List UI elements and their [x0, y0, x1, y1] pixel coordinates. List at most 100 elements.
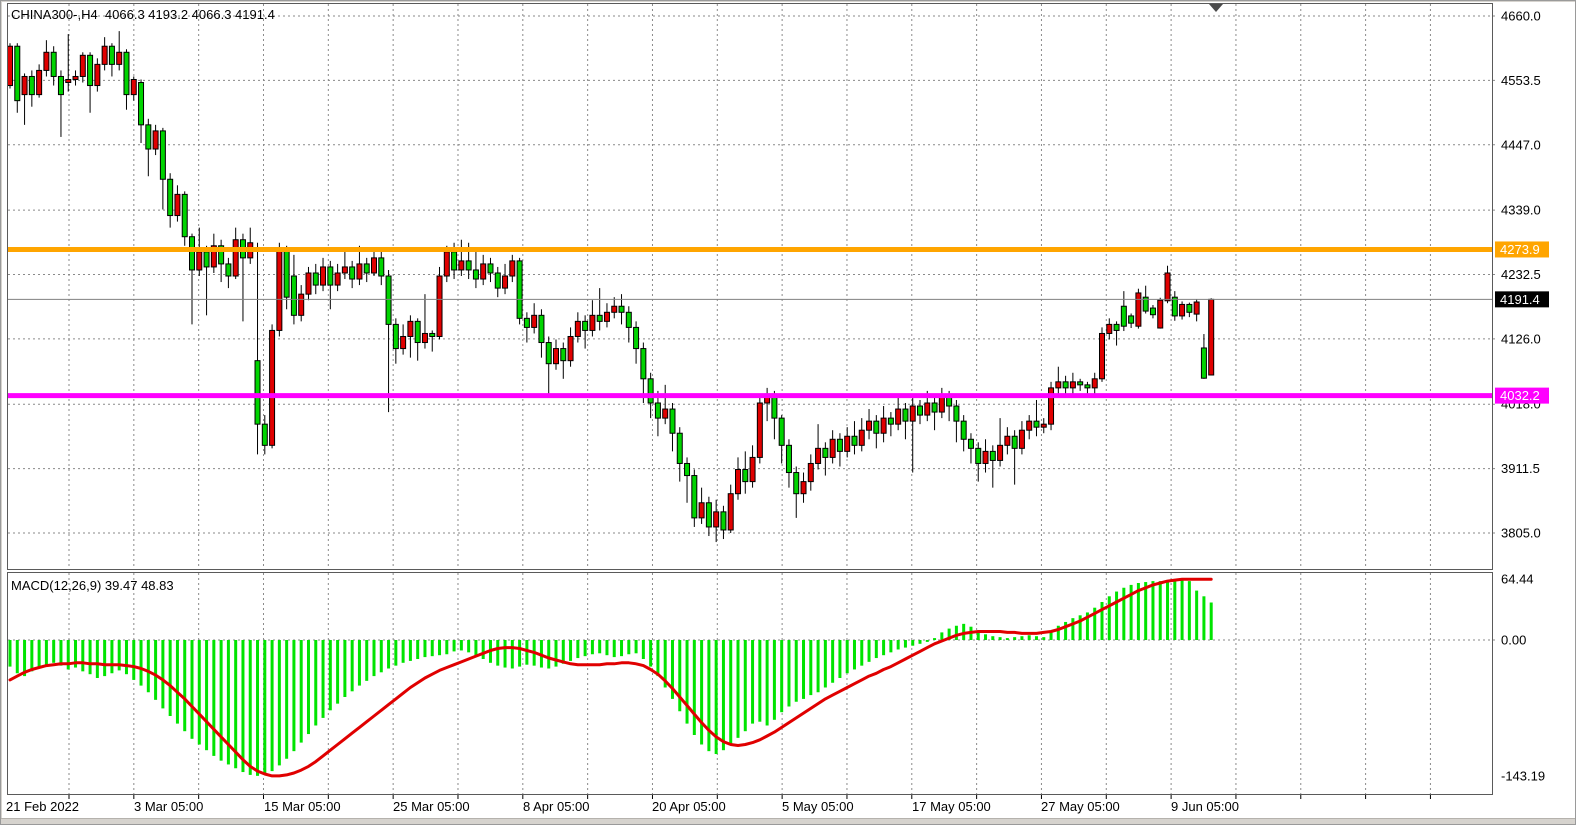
macd-histogram-bar: [343, 640, 347, 697]
candle-body: [749, 456, 756, 483]
candle-body: [531, 314, 538, 328]
candle-body: [400, 335, 407, 350]
candle-body: [997, 444, 1004, 461]
bottom-strip: [1, 819, 1575, 824]
candle-body: [50, 51, 57, 77]
macd-histogram-bar: [59, 640, 63, 666]
macd-histogram-bar: [721, 640, 725, 751]
macd-histogram-bar: [991, 636, 995, 640]
macd-histogram-bar: [692, 640, 696, 735]
candle-body: [108, 45, 115, 65]
time-axis-drag-zone[interactable]: [1, 794, 1492, 818]
candle-body: [152, 130, 159, 150]
macd-histogram-bar: [809, 640, 813, 696]
candle-body: [822, 447, 829, 458]
candle-body: [349, 266, 356, 280]
candle-body: [756, 402, 763, 458]
macd-histogram-bar: [525, 640, 529, 665]
macd-histogram-bar: [474, 640, 478, 656]
macd-histogram-bar: [838, 640, 842, 678]
macd-histogram-bar: [81, 640, 85, 672]
candle-body: [312, 272, 319, 286]
candle-body: [57, 75, 64, 96]
candle-body: [676, 432, 683, 464]
candlestick-chart-canvas[interactable]: 4660.04553.54447.04339.04232.54126.04018…: [1, 1, 1576, 825]
candle-body: [72, 75, 79, 80]
candle-body: [298, 293, 305, 316]
macd-histogram-bar: [357, 640, 361, 686]
candle-body: [713, 511, 720, 528]
candle-body: [603, 311, 610, 322]
candle-body: [1026, 420, 1033, 431]
macd-histogram-bar: [15, 640, 19, 674]
candle-body: [414, 320, 421, 344]
macd-histogram-bar: [219, 640, 223, 761]
macd-histogram-bar: [452, 640, 456, 652]
macd-histogram-bar: [416, 640, 420, 659]
macd-histogram-bar: [256, 640, 260, 776]
candle-body: [735, 469, 741, 495]
candle-body: [924, 402, 931, 416]
macd-histogram-bar: [161, 640, 165, 709]
candle-body: [1018, 429, 1025, 449]
candle-body: [174, 193, 181, 217]
macd-histogram-bar: [496, 640, 500, 666]
candle-body: [28, 75, 35, 96]
macd-histogram-bar: [1187, 581, 1191, 640]
candle-body: [1077, 381, 1084, 386]
candle-body: [618, 305, 625, 313]
macd-histogram-bar: [823, 640, 827, 688]
candle-body: [494, 272, 501, 289]
candle-body: [465, 260, 472, 271]
candle-body: [232, 239, 239, 277]
candle-body: [829, 438, 836, 458]
candle-body: [1179, 303, 1186, 317]
macd-histogram-bar: [874, 640, 878, 659]
candle-body: [1055, 381, 1062, 389]
macd-histogram-bar: [780, 640, 784, 713]
macd-histogram-bar: [729, 640, 733, 745]
macd-histogram-bar: [285, 640, 289, 759]
macd-histogram-bar: [1209, 602, 1213, 640]
macd-histogram-bar: [998, 637, 1002, 640]
candle-body: [225, 263, 232, 277]
candle-body: [1164, 272, 1171, 302]
macd-histogram-bar: [1173, 579, 1177, 640]
candle-body: [451, 251, 458, 271]
macd-histogram-bar: [554, 640, 558, 667]
macd-histogram-bar: [794, 640, 798, 702]
candle-body: [167, 178, 174, 217]
macd-histogram-bar: [37, 640, 41, 669]
macd-histogram-bar: [984, 634, 988, 640]
macd-histogram-bar: [510, 640, 514, 669]
price-axis-drag-zone[interactable]: [1494, 1, 1576, 794]
candle-body: [1091, 378, 1098, 389]
macd-histogram-bar: [350, 640, 354, 692]
macd-histogram-bar: [1122, 587, 1126, 640]
candle-body: [574, 320, 581, 337]
candle-body: [684, 462, 691, 477]
macd-histogram-bar: [743, 640, 747, 732]
macd-histogram-bar: [503, 640, 507, 668]
macd-histogram-bar: [372, 640, 376, 677]
candle-body: [116, 51, 123, 65]
candle-body: [123, 51, 130, 96]
macd-histogram-bar: [889, 640, 893, 653]
candle-body: [305, 272, 312, 295]
candle-body: [334, 272, 341, 286]
macd-histogram-bar: [394, 640, 398, 666]
macd-histogram-bar: [925, 640, 929, 642]
candle-body: [887, 417, 894, 425]
macd-histogram-bar: [8, 640, 12, 667]
macd-histogram-bar: [263, 640, 267, 774]
candle-body: [145, 124, 152, 150]
candle-body: [21, 75, 28, 96]
candle-body: [909, 405, 916, 422]
macd-histogram-bar: [52, 640, 56, 663]
macd-histogram-bar: [387, 640, 391, 669]
macd-histogram-bar: [598, 640, 602, 654]
candle-body: [815, 447, 822, 464]
candle-body: [181, 193, 188, 238]
candle-body: [436, 275, 443, 337]
candle-body: [138, 82, 145, 126]
